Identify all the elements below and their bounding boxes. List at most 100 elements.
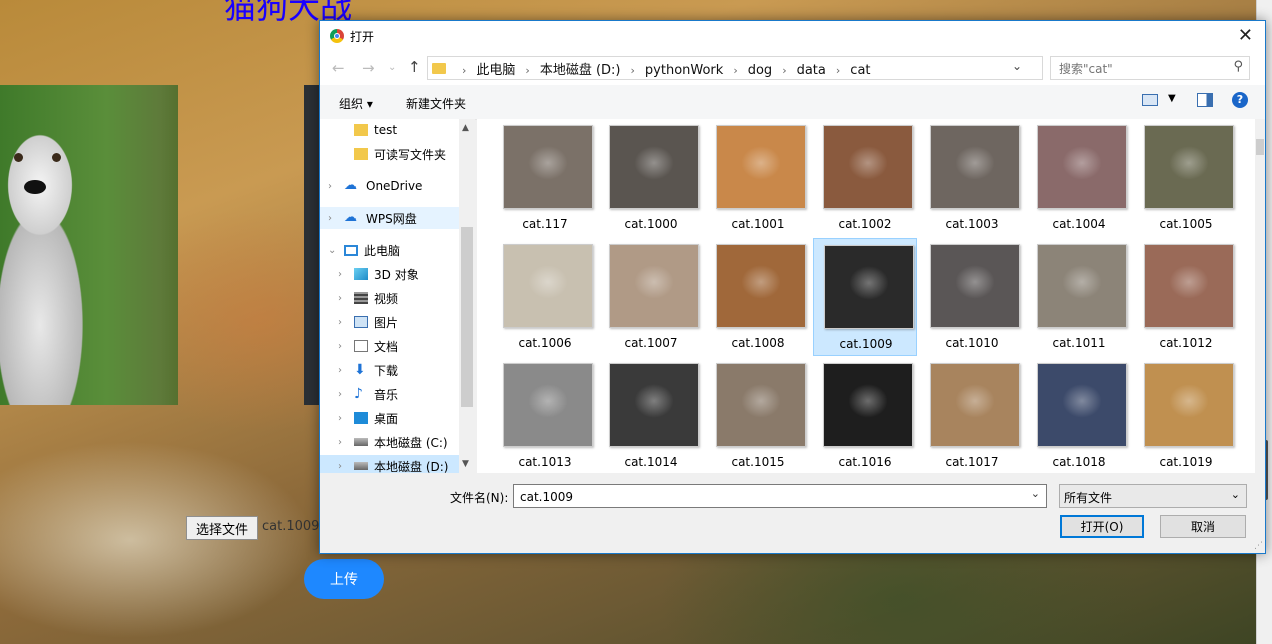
choose-file-button[interactable]: 选择文件 [186, 516, 258, 540]
nav-item[interactable]: › ⬇ 下载 [320, 359, 459, 381]
file-item[interactable]: cat.1004 [1027, 119, 1131, 237]
breadcrumb-separator-icon[interactable]: › [836, 64, 840, 77]
file-item[interactable]: cat.1005 [1134, 119, 1238, 237]
file-item[interactable]: cat.1014 [599, 357, 703, 473]
upload-button[interactable]: 上传 [304, 559, 384, 599]
address-bar[interactable]: › 此电脑 › 本地磁盘 (D:) › pythonWork › dog › data › cat ⌄… [427, 56, 1146, 80]
navigation-scrollbar-thumb[interactable] [461, 227, 473, 407]
nav-item[interactable]: › 文档 [320, 335, 459, 357]
chevron-right-icon[interactable]: › [338, 293, 342, 304]
file-item[interactable]: cat.1003 [920, 119, 1024, 237]
chevron-down-icon[interactable]: ⌄ [328, 245, 336, 256]
document-icon [354, 340, 368, 352]
file-item[interactable]: cat.117 [493, 119, 597, 237]
file-item[interactable]: cat.1017 [920, 357, 1024, 473]
view-dropdown-icon[interactable]: ▼ [1168, 93, 1176, 104]
help-icon[interactable]: ? [1232, 92, 1248, 108]
new-folder-button[interactable]: 新建文件夹 [406, 95, 466, 112]
resize-grip-icon[interactable]: ⋰ [1254, 541, 1263, 551]
open-button[interactable]: 打开(O) [1060, 515, 1144, 538]
view-mode-icon[interactable] [1142, 94, 1158, 106]
cat-thumbnail [609, 244, 699, 328]
cat-thumbnail [609, 125, 699, 209]
nav-item[interactable]: › ☁ WPS网盘 [320, 207, 459, 229]
nav-item[interactable]: › 桌面 [320, 407, 459, 429]
file-item[interactable]: cat.1011 [1027, 238, 1131, 356]
chevron-down-icon[interactable]: ⌄ [1012, 59, 1022, 73]
cat-thumbnail [716, 244, 806, 328]
breadcrumb-item[interactable]: dog [748, 63, 772, 78]
cat-thumbnail [930, 244, 1020, 328]
breadcrumb-separator-icon[interactable]: › [525, 64, 529, 77]
chevron-right-icon[interactable]: › [328, 213, 332, 224]
breadcrumb-item[interactable]: data [797, 63, 826, 78]
file-name: cat.1006 [518, 336, 572, 350]
nav-item[interactable]: › 图片 [320, 311, 459, 333]
recent-dropdown-icon[interactable]: ⌄ [388, 62, 396, 73]
chevron-right-icon[interactable]: › [338, 341, 342, 352]
preview-pane-icon[interactable] [1197, 93, 1213, 107]
file-item[interactable]: cat.1018 [1027, 357, 1131, 473]
breadcrumb-item[interactable]: pythonWork [645, 63, 723, 78]
cube-icon [354, 268, 368, 280]
file-name: cat.1003 [945, 217, 999, 231]
nav-item[interactable]: ⌄ 此电脑 [320, 239, 459, 261]
file-item[interactable]: cat.1012 [1134, 238, 1238, 356]
breadcrumb-separator-icon[interactable]: › [631, 64, 635, 77]
file-item[interactable]: cat.1000 [599, 119, 703, 237]
nav-item[interactable]: › 视频 [320, 287, 459, 309]
file-item[interactable]: cat.1010 [920, 238, 1024, 356]
file-item[interactable]: cat.1001 [706, 119, 810, 237]
nav-item[interactable]: › ☁ OneDrive [320, 175, 459, 197]
close-icon[interactable]: ✕ [1238, 25, 1253, 46]
file-item[interactable]: cat.1013 [493, 357, 597, 473]
navigation-scrollbar[interactable]: ▲ ▼ [459, 119, 475, 473]
breadcrumb-item[interactable]: 本地磁盘 (D:) [540, 63, 621, 78]
chevron-right-icon[interactable]: › [338, 437, 342, 448]
nav-item[interactable]: test [320, 119, 459, 141]
file-list-scrollbar-thumb[interactable] [1256, 139, 1264, 155]
chevron-right-icon[interactable]: › [338, 413, 342, 424]
nav-item[interactable]: › 本地磁盘 (D:) [320, 455, 459, 473]
file-list-scrollbar[interactable] [1255, 119, 1265, 473]
chevron-right-icon[interactable]: › [338, 389, 342, 400]
search-icon[interactable]: ⚲ [1233, 59, 1243, 74]
cat-thumbnail [503, 125, 593, 209]
forward-arrow-icon[interactable]: → [362, 59, 375, 77]
file-name-input[interactable] [518, 487, 1022, 507]
breadcrumb-item[interactable]: cat [850, 63, 870, 78]
file-item[interactable]: cat.1019 [1134, 357, 1238, 473]
nav-item-label: OneDrive [366, 179, 423, 193]
chevron-right-icon[interactable]: › [338, 461, 342, 472]
scroll-down-icon[interactable]: ▼ [462, 459, 469, 469]
chevron-down-icon[interactable]: ⌄ [1031, 487, 1040, 500]
nav-item[interactable]: › 本地磁盘 (C:) [320, 431, 459, 453]
search-input[interactable] [1057, 59, 1221, 79]
chevron-right-icon[interactable]: › [338, 317, 342, 328]
breadcrumb-separator-icon[interactable]: › [733, 64, 737, 77]
breadcrumb-item[interactable]: 此电脑 [476, 63, 515, 78]
file-item[interactable]: cat.1002 [813, 119, 917, 237]
nav-item[interactable]: › ♪ 音乐 [320, 383, 459, 405]
breadcrumb-separator-icon[interactable]: › [782, 64, 786, 77]
file-item[interactable]: cat.1006 [493, 238, 597, 356]
dialog-titlebar[interactable]: 打开 ✕ [320, 21, 1265, 51]
file-item[interactable]: cat.1009 [813, 238, 917, 356]
up-arrow-icon[interactable]: ↑ [408, 58, 421, 76]
back-arrow-icon[interactable]: ← [332, 59, 345, 77]
scroll-up-icon[interactable]: ▲ [462, 123, 469, 133]
file-item[interactable]: cat.1015 [706, 357, 810, 473]
file-item[interactable]: cat.1016 [813, 357, 917, 473]
breadcrumb-separator-icon[interactable]: › [462, 64, 466, 77]
file-item[interactable]: cat.1007 [599, 238, 703, 356]
organize-button[interactable]: 组织 ▾ [339, 95, 373, 112]
cat-thumbnail [1037, 125, 1127, 209]
file-type-select[interactable]: 所有文件 ⌄ [1059, 484, 1247, 508]
chevron-right-icon[interactable]: › [328, 181, 332, 192]
nav-item[interactable]: › 3D 对象 [320, 263, 459, 285]
cancel-button[interactable]: 取消 [1160, 515, 1246, 538]
file-item[interactable]: cat.1008 [706, 238, 810, 356]
chevron-right-icon[interactable]: › [338, 365, 342, 376]
nav-item[interactable]: 可读写文件夹 [320, 143, 459, 165]
chevron-right-icon[interactable]: › [338, 269, 342, 280]
